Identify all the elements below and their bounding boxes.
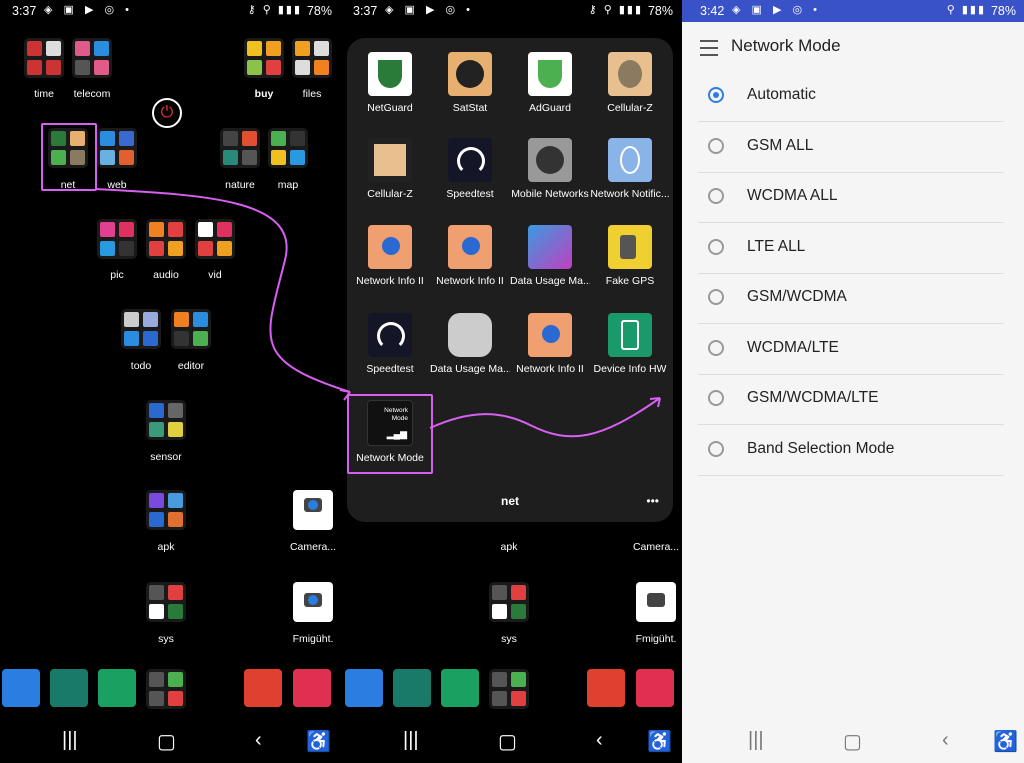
menu-icon[interactable] (700, 40, 718, 56)
radio-icon[interactable] (708, 138, 724, 154)
option-wcdma-lte[interactable]: WCDMA/LTE (698, 324, 1004, 375)
option-band-selection-mode[interactable]: Band Selection Mode (698, 425, 1004, 476)
option-automatic[interactable]: Automatic (698, 71, 1004, 122)
battery-level: 78% (990, 4, 1016, 18)
nav-bar: ||| ▢ ‹ ♿ (682, 721, 1024, 763)
radio-icon[interactable] (708, 340, 724, 356)
radio-icon[interactable] (708, 289, 724, 305)
accessibility-icon[interactable]: ♿ (993, 729, 1018, 754)
radio-icon[interactable] (708, 441, 724, 457)
radio-icon[interactable] (708, 390, 724, 406)
option-gsm-all[interactable]: GSM ALL (698, 122, 1004, 173)
status-time: 3:42 (700, 4, 725, 18)
back-icon[interactable]: ‹ (942, 729, 949, 752)
recents-icon[interactable]: ||| (748, 729, 764, 752)
status-bar: 3:42 ◈ ▣ ▶ ◎ • ⚲ ▮▮▮ 78% (682, 0, 1024, 22)
status-icons-left: ◈ ▣ ▶ ◎ • (732, 4, 821, 16)
radio-icon[interactable] (708, 239, 724, 255)
app-bar: Network Mode (682, 22, 1024, 70)
option-gsm-wcdma-lte[interactable]: GSM/WCDMA/LTE (698, 374, 1004, 425)
radio-selected-icon[interactable] (708, 87, 724, 103)
network-mode-screen: 3:42 ◈ ▣ ▶ ◎ • ⚲ ▮▮▮ 78% Network Mode Au… (682, 0, 1024, 763)
option-gsm-wcdma[interactable]: GSM/WCDMA (698, 273, 1004, 324)
option-lte-all[interactable]: LTE ALL (698, 223, 1004, 274)
status-icons-right: ⚲ ▮▮▮ (946, 4, 986, 16)
radio-icon[interactable] (708, 188, 724, 204)
home-icon[interactable]: ▢ (843, 729, 862, 754)
option-wcdma-all[interactable]: WCDMA ALL (698, 172, 1004, 223)
page-title: Network Mode (731, 36, 841, 55)
